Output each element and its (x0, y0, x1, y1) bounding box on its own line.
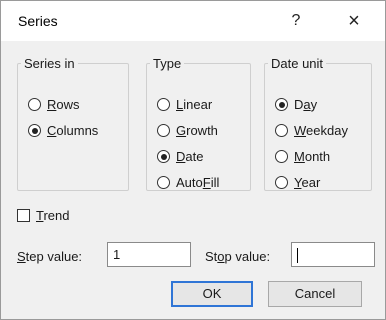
radio-date-label: Date (176, 149, 204, 164)
radio-month-label: Month (294, 149, 331, 164)
close-icon[interactable]: × (337, 7, 371, 35)
radio-weekday-indicator (275, 124, 288, 137)
step-value-input[interactable]: 1 (107, 242, 191, 267)
title-bar: Series ? × (1, 1, 385, 41)
radio-month-indicator (275, 150, 288, 163)
trend-checkbox-box (17, 209, 30, 222)
dialog-title: Series (18, 13, 58, 29)
radio-year-indicator (275, 176, 288, 189)
step-value-text: 1 (113, 247, 121, 262)
step-value-label: Step value: (17, 249, 83, 264)
stop-value-input[interactable] (291, 242, 375, 267)
date-unit-legend: Date unit (271, 56, 324, 71)
trend-checkbox-label: Trend (36, 208, 70, 223)
radio-day-indicator (275, 98, 288, 111)
radio-year-label: Year (294, 175, 321, 190)
radio-growth-label: Growth (176, 123, 218, 138)
radio-columns-indicator (28, 124, 41, 137)
series-dialog: Series ? × Series in Rows Columns Type L… (0, 0, 386, 320)
cancel-button[interactable]: Cancel (268, 281, 362, 307)
type-legend: Type (153, 56, 182, 71)
date-unit-group: Date unit Day Weekday Month Year (264, 56, 372, 191)
radio-weekday-label: Weekday (294, 123, 348, 138)
radio-autofill-indicator (157, 176, 170, 189)
series-in-legend: Series in (24, 56, 75, 71)
text-caret (297, 248, 298, 264)
help-icon[interactable]: ? (279, 7, 313, 35)
radio-linear-indicator (157, 98, 170, 111)
radio-autofill-label: AutoFill (176, 175, 220, 190)
radio-rows-indicator (28, 98, 41, 111)
radio-rows-label: Rows (47, 97, 80, 112)
radio-date-indicator (157, 150, 170, 163)
radio-growth-indicator (157, 124, 170, 137)
series-in-group: Series in Rows Columns (17, 56, 129, 191)
radio-day-label: Day (294, 97, 318, 112)
ok-button[interactable]: OK (171, 281, 253, 307)
stop-value-label: Stop value: (205, 249, 271, 264)
radio-linear-label: Linear (176, 97, 213, 112)
radio-columns-label: Columns (47, 123, 99, 138)
type-group: Type Linear Growth Date AutoFill (146, 56, 251, 191)
